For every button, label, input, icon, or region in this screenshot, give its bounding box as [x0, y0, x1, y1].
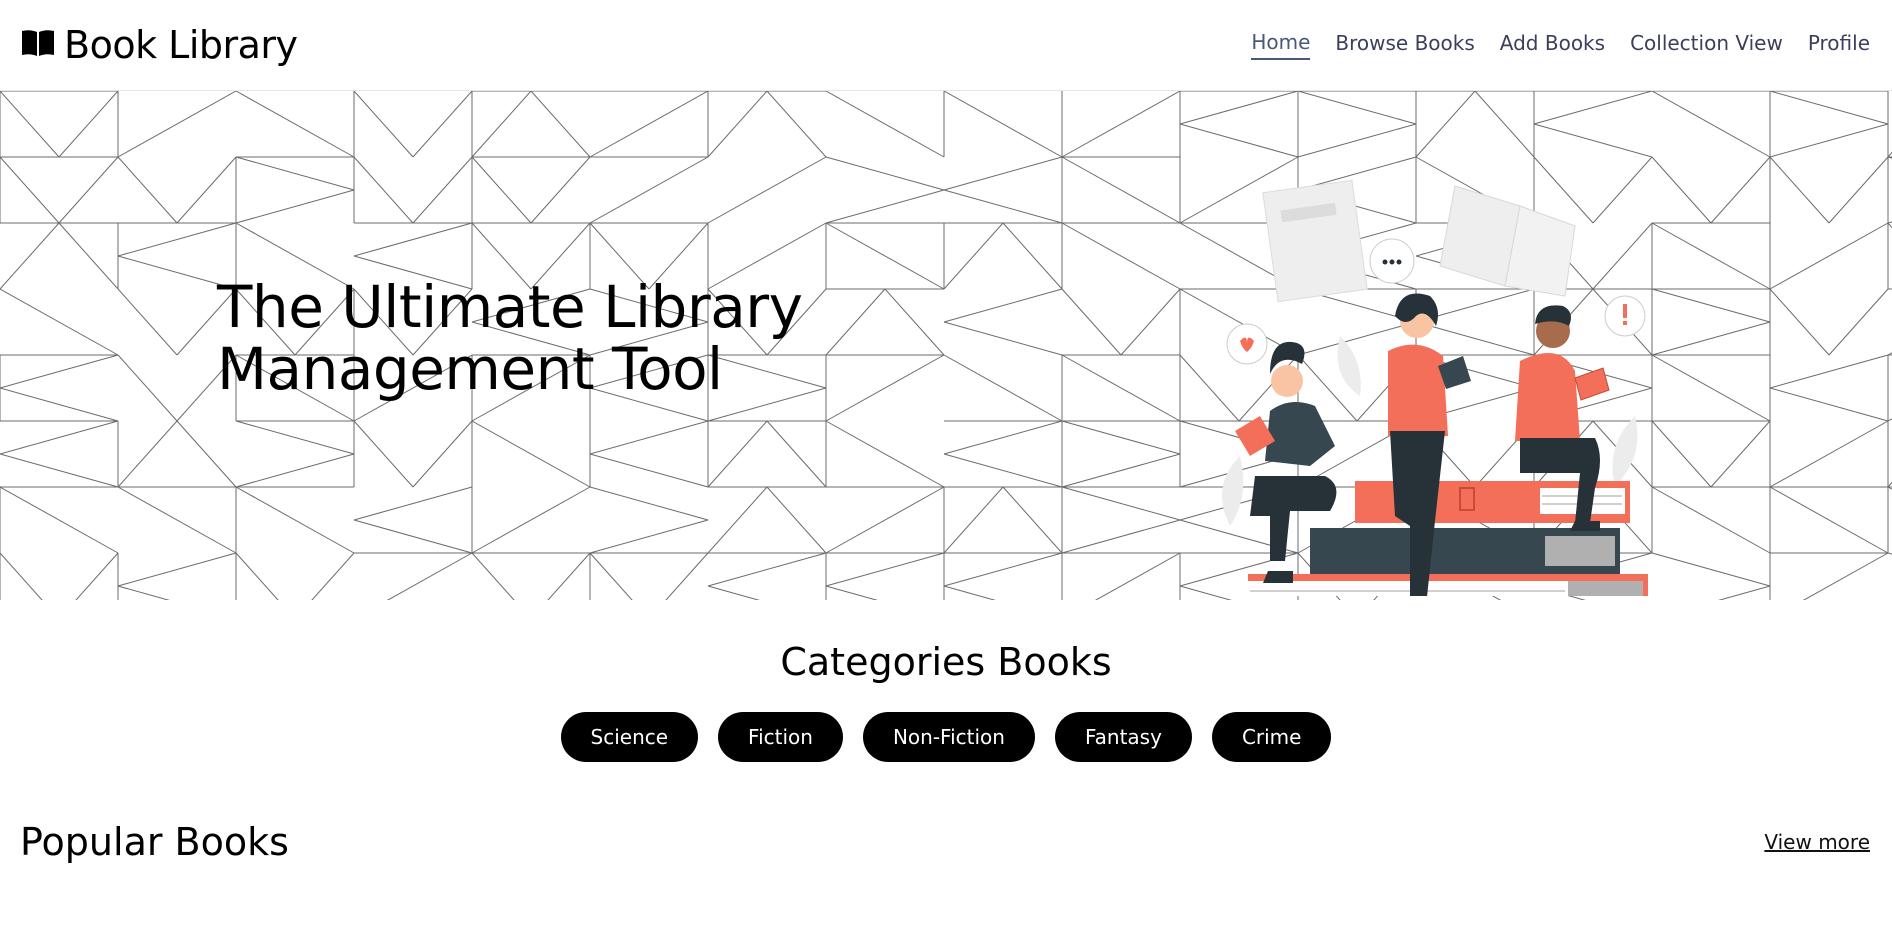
- category-pill-non-fiction[interactable]: Non-Fiction: [862, 712, 1035, 762]
- nav-link-add-books[interactable]: Add Books: [1500, 31, 1605, 59]
- category-pill-science[interactable]: Science: [560, 712, 699, 762]
- open-book-icon: [20, 28, 56, 62]
- brand-title: Book Library: [64, 23, 298, 67]
- people-reading-on-books-illustration: [1222, 179, 1648, 596]
- categories-section: Categories Books Science Fiction Non-Fic…: [0, 640, 1892, 762]
- categories-title: Categories Books: [780, 640, 1112, 684]
- hero-banner: The Ultimate Library Management Tool: [0, 90, 1892, 600]
- navbar: Book Library Home Browse Books Add Books…: [0, 0, 1892, 90]
- nav-link-home[interactable]: Home: [1251, 30, 1311, 60]
- hero-title: The Ultimate Library Management Tool: [217, 273, 803, 403]
- nav-link-browse-books[interactable]: Browse Books: [1335, 31, 1474, 59]
- category-pill-crime[interactable]: Crime: [1211, 712, 1332, 762]
- category-pills: Science Fiction Non-Fiction Fantasy Crim…: [0, 712, 1892, 762]
- brand[interactable]: Book Library: [20, 23, 298, 67]
- popular-books-header: Popular Books View more: [0, 820, 1892, 864]
- popular-books-title: Popular Books: [20, 820, 289, 864]
- nav-links: Home Browse Books Add Books Collection V…: [1251, 30, 1870, 60]
- category-pill-fantasy[interactable]: Fantasy: [1054, 712, 1192, 762]
- nav-link-collection-view[interactable]: Collection View: [1630, 31, 1783, 59]
- category-pill-fiction[interactable]: Fiction: [718, 712, 843, 762]
- view-more-link[interactable]: View more: [1764, 830, 1870, 854]
- nav-link-profile[interactable]: Profile: [1808, 31, 1870, 59]
